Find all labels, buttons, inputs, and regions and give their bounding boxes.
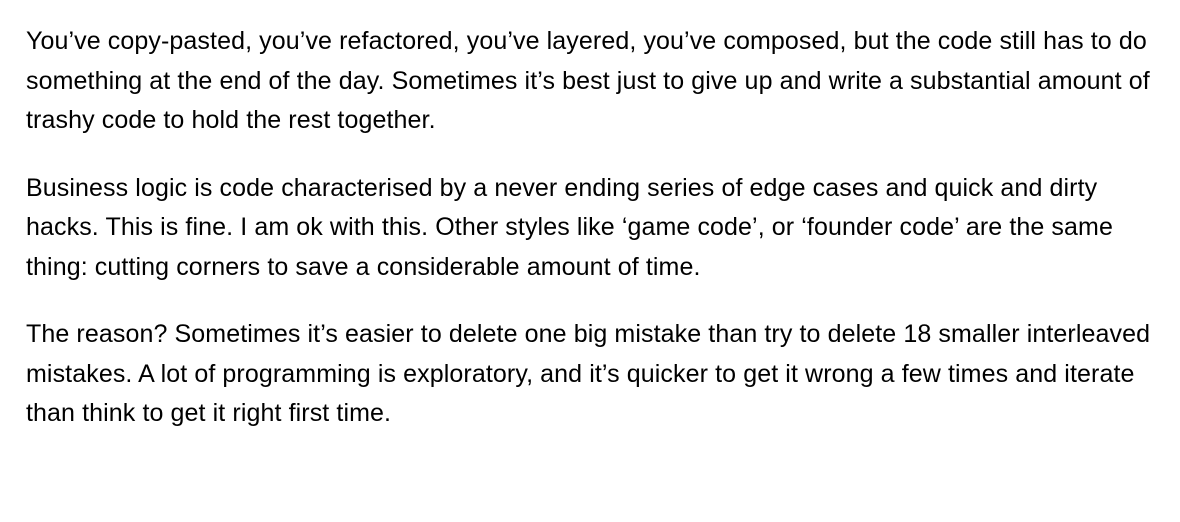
paragraph-3: The reason? Sometimes it’s easier to del… bbox=[26, 315, 1154, 434]
paragraph-2: Business logic is code characterised by … bbox=[26, 169, 1154, 288]
paragraph-1: You’ve copy-pasted, you’ve refactored, y… bbox=[26, 22, 1154, 141]
